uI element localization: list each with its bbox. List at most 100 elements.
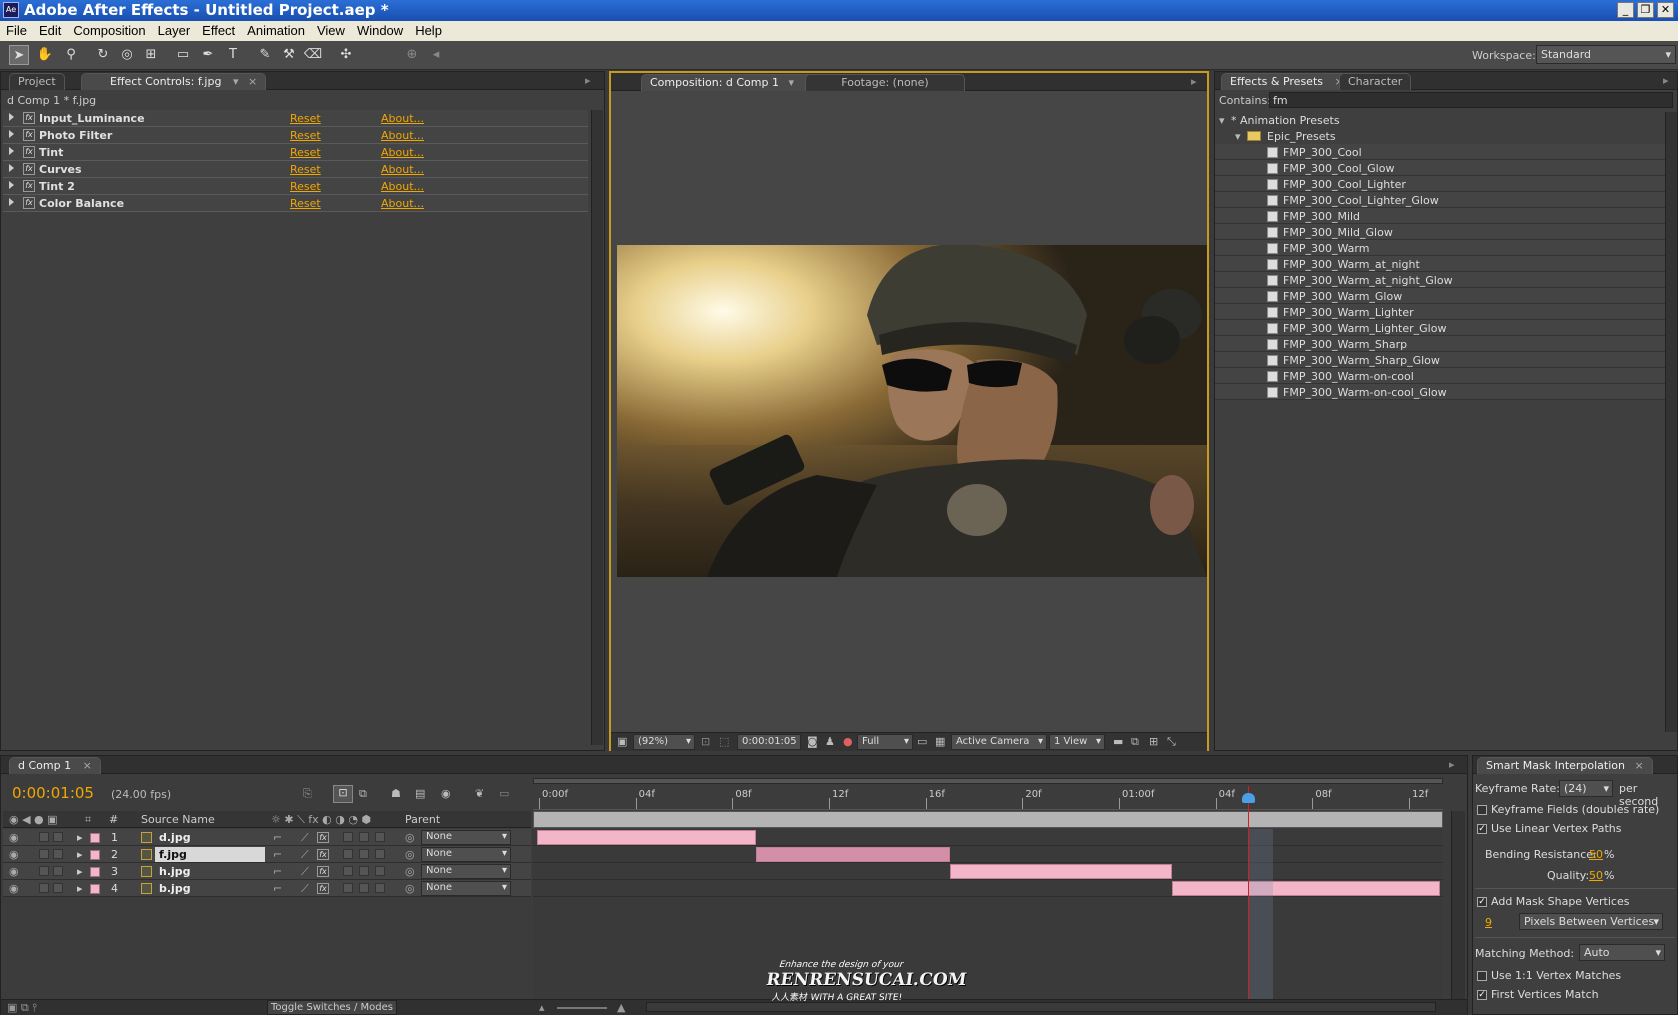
expand-triangle-icon[interactable]: ▾ — [1235, 130, 1241, 143]
expand-triangle-icon[interactable]: ▸ — [77, 865, 83, 878]
timeline-icon[interactable]: ⊞ — [1149, 735, 1158, 748]
effect-row[interactable]: fx Input_Luminance Reset About... — [3, 110, 588, 127]
tab-footage[interactable]: Footage: (none) — [805, 74, 965, 91]
puppet-pin-icon[interactable]: ✣ — [336, 45, 356, 65]
first-vertices-checkbox[interactable]: ✓ — [1477, 990, 1487, 1000]
always-preview-icon[interactable]: ▣ — [617, 735, 627, 748]
vertical-scrollbar[interactable] — [591, 110, 603, 745]
effect-about-link[interactable]: About... — [381, 180, 424, 193]
effects-switch-icon[interactable]: fx — [317, 832, 329, 843]
effects-switch-icon[interactable]: fx — [317, 866, 329, 877]
quality-switch-icon[interactable]: ⟋ — [301, 865, 309, 879]
animation-presets-row[interactable]: ▾ * Animation Presets — [1215, 112, 1665, 128]
effect-about-link[interactable]: About... — [381, 129, 424, 142]
tab-project[interactable]: Project — [9, 73, 65, 90]
effect-reset-link[interactable]: Reset — [290, 180, 321, 193]
frame-blending-icon[interactable]: ▤ — [415, 787, 425, 800]
tab-effects-presets[interactable]: Effects & Presets × — [1221, 73, 1353, 90]
menu-view[interactable]: View — [311, 21, 351, 38]
layer-row[interactable]: ◉ ▸ 1 d.jpg ⌐ ⟋ fx ◎ None ▾ — [3, 829, 531, 846]
keyframe-fields-option[interactable]: Keyframe Fields (doubles rate) — [1477, 803, 1659, 816]
time-navigator[interactable] — [533, 778, 1443, 784]
current-time-field[interactable]: 0:00:01:05 — [737, 734, 801, 750]
bending-resistance-value[interactable]: 50 — [1589, 848, 1603, 861]
effect-row[interactable]: fx Tint 2 Reset About... — [3, 178, 588, 195]
menu-file[interactable]: File — [0, 21, 33, 38]
layer-source-name[interactable]: f.jpg — [155, 847, 265, 862]
tab-timeline-comp[interactable]: d Comp 1 × — [9, 757, 101, 774]
zoom-tool-icon[interactable]: ⚲ — [61, 45, 81, 65]
tab-character[interactable]: Character — [1339, 73, 1412, 90]
preset-item[interactable]: FMP_300_Warm-on-cool_Glow — [1215, 384, 1665, 400]
effect-about-link[interactable]: About... — [381, 112, 424, 125]
magnification-select[interactable]: (92%) ▾ — [633, 734, 695, 750]
lock-switch[interactable] — [53, 866, 63, 876]
pickwhip-icon[interactable]: ◎ — [405, 848, 415, 861]
effect-reset-link[interactable]: Reset — [290, 112, 321, 125]
timeline-vertical-scrollbar[interactable] — [1451, 811, 1465, 1006]
fx-icon[interactable]: fx — [23, 129, 35, 141]
frame-blend-switch[interactable] — [343, 866, 353, 876]
effect-reset-link[interactable]: Reset — [290, 197, 321, 210]
3d-layer-switch[interactable] — [375, 849, 385, 859]
zoom-in-icon[interactable]: ▲ — [617, 1001, 625, 1014]
preset-item[interactable]: FMP_300_Mild — [1215, 208, 1665, 224]
layer-source-name[interactable]: h.jpg — [155, 864, 265, 879]
label-color-swatch[interactable] — [90, 867, 100, 877]
panel-menu-icon[interactable]: ▸ — [1449, 758, 1455, 771]
motion-blur-switch[interactable] — [359, 866, 369, 876]
orbit-camera-icon[interactable]: ◎ — [117, 45, 137, 65]
transparency-grid-icon[interactable]: ▦ — [935, 735, 945, 748]
hide-shy-layers-icon[interactable]: ☗ — [391, 787, 401, 800]
preset-item[interactable]: FMP_300_Cool_Glow — [1215, 160, 1665, 176]
region-of-interest-icon[interactable]: ▭ — [917, 735, 927, 748]
pickwhip-icon[interactable]: ◎ — [405, 831, 415, 844]
effects-switch-icon[interactable]: fx — [317, 883, 329, 894]
expand-triangle-icon[interactable]: ▸ — [77, 831, 83, 844]
close-icon[interactable]: ✕ — [1657, 2, 1674, 18]
menu-edit[interactable]: Edit — [33, 21, 67, 38]
toggle-switches-modes-button[interactable]: Toggle Switches / Modes — [267, 1000, 397, 1015]
3d-layer-switch[interactable] — [375, 832, 385, 842]
fx-icon[interactable]: fx — [23, 163, 35, 175]
timeline-current-time[interactable]: 0:00:01:05 — [12, 784, 94, 802]
comp-mini-flowchart-icon[interactable]: ⎘ — [303, 787, 312, 801]
preset-item[interactable]: FMP_300_Cool_Lighter_Glow — [1215, 192, 1665, 208]
motion-blur-switch[interactable] — [359, 883, 369, 893]
flowchart-icon[interactable]: ⤡ — [1167, 735, 1176, 749]
effect-row[interactable]: fx Photo Filter Reset About... — [3, 127, 588, 144]
solo-switch[interactable] — [39, 832, 49, 842]
menu-composition[interactable]: Composition — [67, 21, 151, 38]
toggle-pixel-aspect-icon[interactable]: ▬ — [1113, 735, 1123, 748]
layer-duration-bar[interactable] — [536, 830, 756, 845]
pickwhip-icon[interactable]: ◎ — [405, 882, 415, 895]
fx-icon[interactable]: fx — [23, 112, 35, 124]
panel-menu-icon[interactable]: ▸ — [1663, 74, 1669, 87]
linear-vertex-paths-option[interactable]: ✓ Use Linear Vertex Paths — [1477, 822, 1621, 835]
solo-switch[interactable] — [39, 866, 49, 876]
parent-select[interactable]: None ▾ — [421, 830, 511, 845]
brush-tool-icon[interactable]: ✎ — [255, 45, 275, 65]
minimize-icon[interactable]: _ — [1617, 2, 1634, 18]
menu-help[interactable]: Help — [409, 21, 448, 38]
expand-triangle-icon[interactable] — [9, 130, 14, 138]
layer-row[interactable]: ◉ ▸ 3 h.jpg ⌐ ⟋ fx ◎ None ▾ — [3, 863, 531, 880]
keyframe-fields-checkbox[interactable] — [1477, 805, 1487, 815]
lock-switch[interactable] — [53, 849, 63, 859]
layer-source-name[interactable]: d.jpg — [155, 830, 265, 845]
3d-layer-switch[interactable] — [375, 866, 385, 876]
one-to-one-option[interactable]: Use 1:1 Vertex Matches — [1477, 969, 1621, 982]
expand-triangle-icon[interactable]: ▸ — [77, 848, 83, 861]
expand-layer-switches-icon[interactable]: ▣ ⧉ ⫯ — [7, 1001, 37, 1015]
visibility-eye-icon[interactable]: ◉ — [9, 882, 19, 895]
effects-switch-icon[interactable]: fx — [317, 849, 329, 860]
eraser-tool-icon[interactable]: ⌫ — [303, 45, 323, 65]
playhead-handle-icon[interactable] — [1242, 793, 1255, 803]
composition-viewer-image[interactable] — [617, 245, 1207, 577]
lock-switch[interactable] — [53, 832, 63, 842]
preset-item[interactable]: FMP_300_Warm_at_night_Glow — [1215, 272, 1665, 288]
layer-duration-bar[interactable] — [1171, 881, 1441, 896]
effect-row[interactable]: fx Curves Reset About... — [3, 161, 588, 178]
tab-close-icon[interactable]: × — [83, 759, 92, 772]
vertices-value[interactable]: 9 — [1485, 916, 1492, 929]
